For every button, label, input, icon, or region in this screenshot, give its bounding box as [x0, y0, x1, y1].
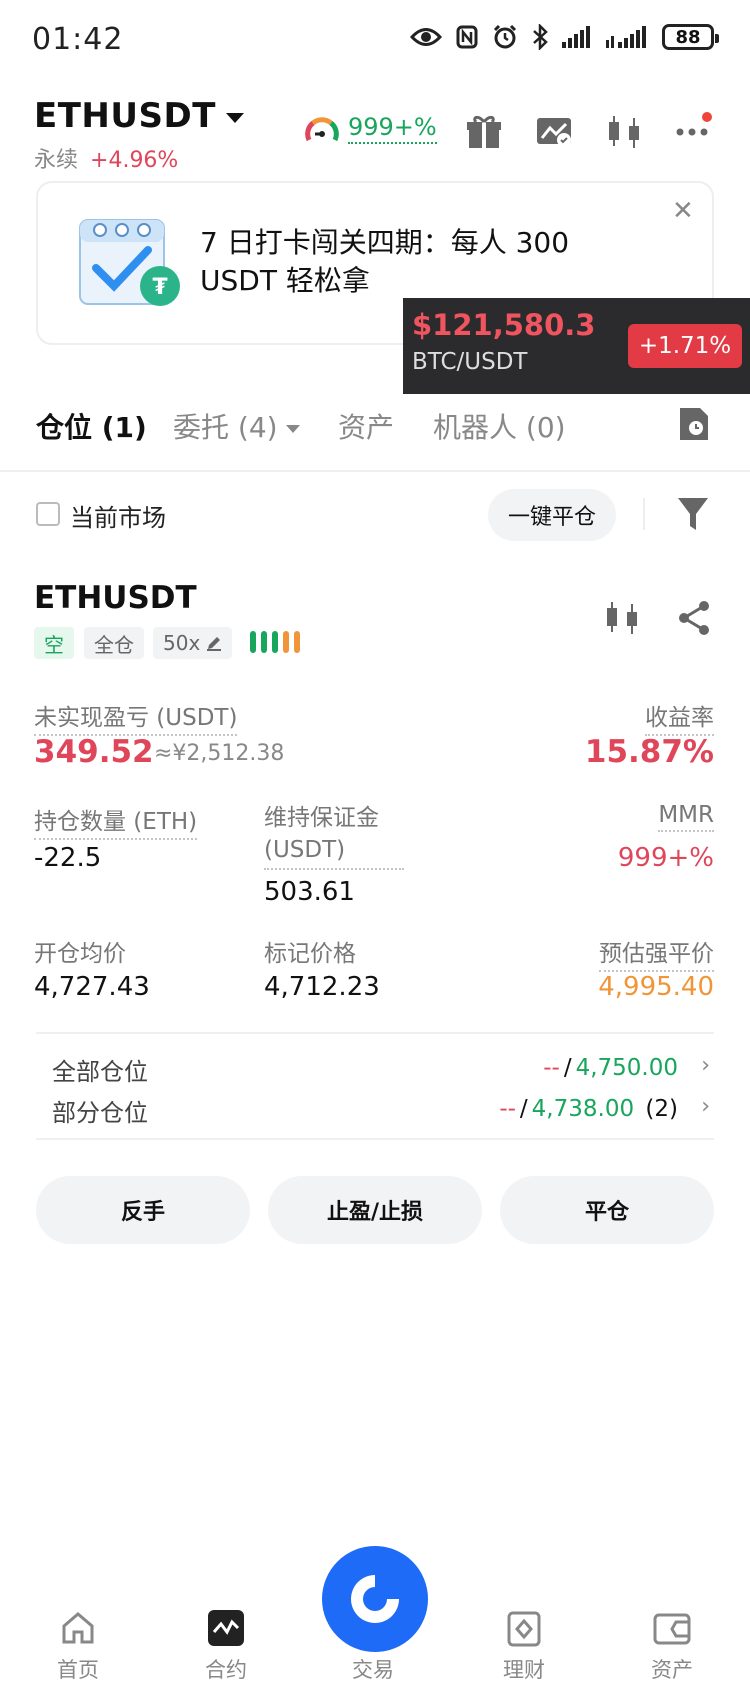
chart-share-icon[interactable]	[534, 112, 574, 152]
close-position-button[interactable]: 平仓	[500, 1176, 714, 1244]
mark-price-value: 4,712.23	[264, 972, 380, 1002]
gauge-icon	[305, 116, 339, 141]
svg-text:₮: ₮	[152, 275, 168, 300]
mark-price-label: 标记价格	[264, 941, 356, 967]
entry-price-value: 4,727.43	[34, 972, 150, 1002]
tab-assets[interactable]: 资产	[338, 406, 394, 446]
promo-banner-text: 7 日打卡闯关四期：每人 300 USDT 轻松拿	[200, 226, 570, 297]
calendar-check-icon: ₮	[79, 219, 180, 306]
gift-icon[interactable]	[464, 112, 504, 152]
futures-icon[interactable]	[208, 1610, 244, 1646]
leverage-badge[interactable]: 50x	[153, 627, 233, 659]
leverage-value: 50x	[163, 631, 201, 655]
history-record-icon[interactable]	[678, 406, 710, 442]
nav-home-label[interactable]: 首页	[23, 1654, 133, 1684]
nav-assets-label[interactable]: 资产	[617, 1654, 727, 1684]
share-icon[interactable]	[676, 598, 712, 638]
bluetooth-icon	[533, 24, 548, 50]
current-market-checkbox[interactable]	[36, 502, 60, 526]
caret-down-icon	[225, 112, 244, 123]
sl-all-value: 4,750.00	[575, 1055, 678, 1081]
tab-orders-label: 委托 (4)	[173, 411, 278, 444]
unrealized-pnl-value: 349.52	[34, 734, 154, 770]
liq-price-value: 4,995.40	[598, 972, 714, 1002]
eye-icon	[410, 28, 442, 46]
tpsl-all-values[interactable]: --/4,750.00	[543, 1055, 678, 1081]
symbol-title: ETHUSDT	[34, 96, 216, 136]
nfc-icon	[456, 25, 478, 49]
caret-down-icon	[285, 425, 300, 433]
filter-icon[interactable]	[676, 496, 710, 532]
close-icon[interactable]: ✕	[672, 196, 694, 226]
mmr-value: 999+%	[617, 843, 714, 873]
divider	[36, 1138, 714, 1140]
mmr-label: MMR	[658, 802, 714, 832]
tpsl-partial-values[interactable]: --/4,738.00 (2)	[499, 1096, 678, 1122]
divider	[643, 498, 645, 530]
wallet-icon[interactable]	[652, 1612, 692, 1646]
adl-indicator	[250, 631, 300, 653]
signal-2-icon	[606, 26, 646, 48]
signal-icon	[562, 26, 590, 48]
liq-price-label: 预估强平价	[599, 934, 714, 972]
unrealized-pnl-label: 未实现盈亏 (USDT)	[34, 698, 238, 736]
entry-price-label: 开仓均价	[34, 941, 126, 967]
maint-margin-value: 503.61	[264, 877, 355, 907]
home-icon[interactable]	[60, 1610, 96, 1646]
margin-mode-badge: 全仓	[84, 627, 144, 659]
symbol-selector[interactable]: ETHUSDT	[34, 96, 244, 136]
mmr-value: 999+%	[348, 113, 437, 144]
chevron-right-icon[interactable]: ›	[701, 1053, 710, 1078]
symbol-subline: 永续 +4.96%	[34, 142, 178, 174]
status-time: 01:42	[32, 22, 124, 57]
position-symbol: ETHUSDT	[34, 580, 197, 616]
roi-value: 15.87%	[584, 734, 714, 770]
alarm-icon	[493, 24, 517, 49]
edit-icon	[207, 637, 222, 651]
close-all-button[interactable]: 一键平仓	[488, 489, 616, 541]
tp-all-value: --	[543, 1055, 560, 1081]
nav-futures-label[interactable]: 合约	[171, 1654, 281, 1684]
floating-change-badge: +1.71%	[628, 324, 742, 368]
tpsl-separator: /	[519, 1096, 528, 1122]
tp-partial-value: --	[499, 1096, 516, 1122]
trade-button[interactable]	[322, 1546, 428, 1652]
earn-icon[interactable]	[506, 1610, 542, 1648]
divider	[36, 1032, 714, 1034]
status-icons: 88	[410, 24, 719, 50]
current-market-label: 当前市场	[70, 504, 166, 532]
more-icon[interactable]	[674, 110, 714, 150]
qty-label: 持仓数量 (ETH)	[34, 802, 198, 840]
tab-positions[interactable]: 仓位 (1)	[36, 406, 147, 446]
roi-label: 收益率	[645, 698, 714, 736]
floating-price: $121,580.3	[412, 308, 596, 342]
qty-value: -22.5	[34, 843, 102, 873]
tab-divider	[0, 470, 750, 472]
tab-bots[interactable]: 机器人 (0)	[433, 406, 566, 446]
candlestick-icon[interactable]	[604, 112, 644, 152]
tpsl-separator: /	[563, 1055, 572, 1081]
side-badge: 空	[34, 627, 74, 659]
tpsl-button[interactable]: 止盈/止损	[268, 1176, 482, 1244]
tpsl-partial-count: (2)	[645, 1096, 678, 1122]
tpsl-partial-label[interactable]: 部分仓位	[52, 1093, 148, 1128]
sl-partial-value: 4,738.00	[531, 1096, 635, 1122]
chevron-right-icon[interactable]: ›	[701, 1094, 710, 1119]
trade-icon	[351, 1575, 399, 1623]
change-pct: +4.96%	[90, 148, 179, 173]
battery-icon: 88	[662, 24, 719, 50]
candlestick-icon[interactable]	[604, 598, 640, 638]
nav-trade-label[interactable]: 交易	[318, 1654, 428, 1684]
nav-earn-label[interactable]: 理财	[469, 1654, 579, 1684]
floating-pair: BTC/USDT	[412, 349, 528, 375]
tpsl-all-label[interactable]: 全部仓位	[52, 1052, 148, 1087]
reverse-button[interactable]: 反手	[36, 1176, 250, 1244]
tab-orders[interactable]: 委托 (4)	[173, 406, 300, 446]
contract-type: 永续	[34, 148, 79, 173]
maint-margin-label: 维持保证金 (USDT)	[264, 802, 404, 870]
mmr-indicator[interactable]: 999+%	[304, 113, 437, 144]
unrealized-pnl-cny: ≈¥2,512.38	[154, 741, 285, 766]
